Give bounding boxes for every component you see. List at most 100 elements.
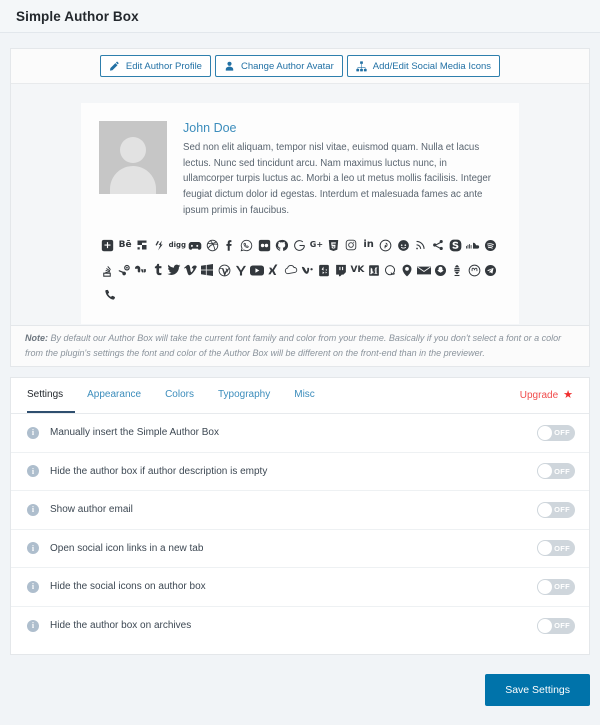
windows-icon[interactable]	[199, 259, 216, 281]
yahoo-icon[interactable]	[232, 259, 249, 281]
whatsapp-icon[interactable]	[238, 234, 255, 256]
footer: Save Settings	[10, 665, 590, 715]
avatar-head-shape	[120, 137, 146, 163]
info-icon[interactable]: i	[27, 619, 39, 632]
vk-icon[interactable]: VK	[349, 259, 366, 281]
youtube-icon[interactable]	[249, 259, 266, 281]
vine-icon[interactable]	[299, 259, 316, 281]
setting-row-show-author-email: i Show author email OFF	[11, 491, 589, 530]
toggle-hide-social-icons[interactable]: OFF	[537, 578, 575, 595]
avatar-body-shape	[110, 166, 156, 194]
setting-label: Hide the social icons on author box	[50, 581, 206, 593]
periscope-icon[interactable]	[399, 259, 416, 281]
author-name: John Doe	[183, 121, 237, 135]
snapchat-icon[interactable]	[432, 259, 449, 281]
setting-row-manual-insert: i Manually insert the Simple Author Box …	[11, 414, 589, 453]
add-edit-social-media-icons-button[interactable]: Add/Edit Social Media Icons	[346, 55, 501, 77]
tab-settings[interactable]: Settings	[27, 378, 76, 413]
instagram-icon[interactable]	[343, 234, 360, 256]
500px-icon[interactable]	[99, 234, 116, 256]
toggle-manual-insert[interactable]: OFF	[537, 424, 575, 441]
toggle-knob	[538, 502, 552, 517]
rss-icon[interactable]	[412, 234, 429, 256]
envelope-icon[interactable]	[416, 259, 433, 281]
twitch-icon[interactable]	[332, 259, 349, 281]
soundcloud-icon[interactable]	[464, 234, 481, 256]
preview-body: John Doe Sed non elit aliquam, tempor ni…	[11, 84, 589, 361]
toggle-hide-empty-description[interactable]: OFF	[537, 463, 575, 480]
setting-label: Open social icon links in a new tab	[50, 542, 204, 554]
twitter-icon[interactable]	[166, 259, 183, 281]
tab-colors[interactable]: Colors	[153, 378, 206, 413]
edit-author-profile-button[interactable]: Edit Author Profile	[99, 55, 211, 77]
skype-icon[interactable]	[447, 234, 464, 256]
author-description: Sed non elit aliquam, tempor nisl vitae,…	[183, 142, 491, 216]
toggle-show-author-email[interactable]: OFF	[537, 501, 575, 518]
spotify-icon[interactable]	[482, 234, 499, 256]
pinterest-icon[interactable]	[377, 234, 394, 256]
google-plus-icon[interactable]: G+	[308, 234, 325, 256]
dribbble-ball-icon[interactable]	[449, 259, 466, 281]
info-icon[interactable]: i	[27, 465, 39, 478]
toggle-hide-on-archives[interactable]: OFF	[537, 617, 575, 634]
toggle-state: OFF	[554, 505, 570, 515]
user-avatar-icon	[224, 61, 235, 72]
wordpress-icon[interactable]	[216, 259, 233, 281]
facebook-icon[interactable]	[221, 234, 238, 256]
google-icon[interactable]	[290, 234, 307, 256]
dribbble-icon[interactable]	[203, 234, 220, 256]
sitemap-icon	[356, 60, 367, 72]
xing-icon[interactable]	[266, 259, 283, 281]
tab-typography[interactable]: Typography	[206, 378, 282, 413]
toggle-knob	[538, 425, 552, 440]
discord-icon[interactable]	[186, 234, 203, 256]
linkedin-icon[interactable]: in	[360, 234, 377, 256]
tab-label: Colors	[165, 389, 194, 400]
phone-icon[interactable]	[99, 284, 121, 306]
toggle-knob	[538, 579, 552, 594]
setting-label: Show author email	[50, 504, 133, 516]
pencil-icon	[109, 61, 120, 72]
digg-icon[interactable]: digg	[169, 234, 186, 256]
reddit-icon[interactable]	[395, 234, 412, 256]
social-icon-row	[99, 283, 499, 308]
blogger-icon[interactable]	[151, 234, 168, 256]
quora-icon[interactable]	[382, 259, 399, 281]
tab-appearance[interactable]: Appearance	[75, 378, 153, 413]
toggle-open-links-new-tab[interactable]: OFF	[537, 540, 575, 557]
upgrade-link[interactable]: Upgrade ★	[520, 378, 573, 413]
page-header: Simple Author Box	[0, 0, 600, 33]
share-icon[interactable]	[429, 234, 446, 256]
flickr-icon[interactable]	[256, 234, 273, 256]
save-settings-button[interactable]: Save Settings	[485, 674, 590, 706]
behance-icon[interactable]: Bē	[116, 234, 133, 256]
tab-misc[interactable]: Misc	[282, 378, 327, 413]
toggle-state: OFF	[554, 582, 570, 592]
icloud-icon[interactable]	[282, 259, 299, 281]
steam-icon[interactable]	[116, 259, 133, 281]
note-prefix: Note:	[25, 333, 48, 344]
change-author-avatar-button[interactable]: Change Author Avatar	[214, 55, 343, 77]
plugin-settings-page: Simple Author Box Edit Author Profile Ch…	[0, 0, 600, 725]
button-label: Edit Author Profile	[125, 60, 202, 72]
info-icon[interactable]: i	[27, 542, 39, 555]
setting-label: Manually insert the Simple Author Box	[50, 427, 219, 439]
vimeo-icon[interactable]	[182, 259, 199, 281]
bitbucket-icon[interactable]	[134, 234, 151, 256]
upgrade-label: Upgrade	[519, 390, 559, 401]
info-icon[interactable]: i	[27, 503, 39, 516]
tab-label: Typography	[217, 389, 271, 400]
info-icon[interactable]: i	[27, 580, 39, 593]
info-icon[interactable]: i	[27, 426, 39, 439]
stack-overflow-icon[interactable]	[99, 259, 116, 281]
yelp-icon[interactable]	[316, 259, 333, 281]
github-icon[interactable]	[273, 234, 290, 256]
stumbleupon-icon[interactable]	[132, 259, 149, 281]
setting-row-hide-social-icons: i Hide the social icons on author box OF…	[11, 568, 589, 607]
html5-icon[interactable]	[325, 234, 342, 256]
mastodon-icon[interactable]	[466, 259, 483, 281]
note-body: By default our Author Box will take the …	[25, 333, 562, 358]
medium-icon[interactable]	[366, 259, 383, 281]
tumblr-icon[interactable]	[149, 259, 166, 281]
telegram-icon[interactable]	[482, 259, 499, 281]
